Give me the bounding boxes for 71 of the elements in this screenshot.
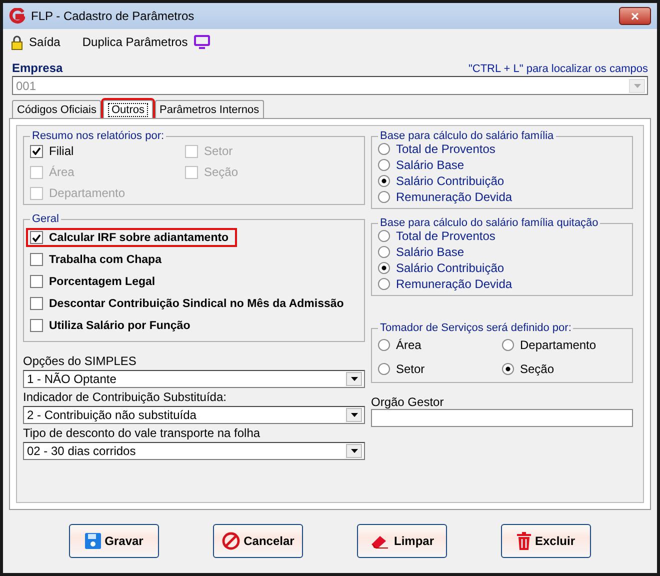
radio-label: Setor (396, 362, 425, 376)
field-label: Tipo de desconto do vale transporte na folha (23, 426, 262, 440)
radio-label: Total de Proventos (396, 142, 496, 156)
radio-button[interactable] (378, 246, 390, 258)
checkbox-option[interactable]: Trabalha com Chapa (26, 250, 170, 269)
dropdown[interactable]: 02 - 30 dias corridos (23, 442, 365, 460)
group-title: Base para cálculo do salário família quitação (379, 217, 600, 229)
checkbox-option[interactable]: Utiliza Salário por Função (26, 316, 198, 335)
radio-label: Salário Contribuição (396, 261, 504, 275)
group-title: Base para cálculo do salário família (379, 130, 555, 142)
field-label: Indicador de Contribuição Substituída: (23, 390, 228, 404)
checkbox[interactable] (30, 253, 43, 266)
input-field[interactable] (371, 409, 633, 427)
checkbox-option[interactable]: Calcular IRF sobre adiantamento (26, 228, 237, 247)
close-button[interactable]: × (619, 7, 651, 25)
dropdown[interactable]: 1 - NÃO Optante (23, 370, 365, 388)
check-icon (32, 147, 41, 155)
checkbox[interactable] (30, 144, 43, 158)
toolbar-button[interactable]: Saída (7, 34, 64, 50)
checkbox[interactable] (30, 231, 43, 244)
radio-label: Total de Proventos (396, 229, 496, 243)
trash-icon (516, 532, 531, 550)
action-button[interactable]: Gravar (69, 524, 159, 558)
logo-icon (9, 8, 25, 24)
group-title: Tomador de Serviços será definido por: (379, 322, 572, 334)
radio-button[interactable] (378, 191, 390, 203)
radio-label: Departamento (520, 338, 596, 352)
radio-button[interactable] (378, 339, 390, 351)
monitor-icon (194, 35, 210, 49)
radio-label: Seção (520, 362, 554, 376)
prohibited-icon (222, 532, 240, 550)
group-title: Geral (31, 213, 60, 225)
radio-label: Remuneração Devida (396, 277, 512, 291)
radio-button[interactable] (378, 230, 390, 242)
radio-label: Salário Base (396, 245, 464, 259)
checkbox[interactable] (30, 297, 43, 310)
company-dropdown[interactable]: 001 (12, 76, 648, 95)
action-button[interactable]: Excluir (501, 524, 591, 558)
radio-button[interactable] (378, 363, 390, 375)
field-label: Orgão Gestor (371, 395, 445, 409)
radio-label: Salário Base (396, 158, 464, 172)
eraser-icon (370, 533, 390, 549)
checkbox[interactable] (30, 275, 43, 288)
radio-button[interactable] (378, 278, 390, 290)
radio-label: Remuneração Devida (396, 190, 512, 204)
toolbar-button[interactable]: Duplica Parâmetros (78, 35, 214, 49)
padlock-icon (11, 34, 23, 50)
radio-label: Área (396, 338, 422, 352)
tab[interactable]: Códigos Oficiais (12, 100, 102, 118)
checkbox-option[interactable]: Filial (30, 144, 185, 158)
window-title: FLP - Cadastro de Parâmetros (31, 9, 194, 23)
radio-button[interactable] (378, 262, 390, 274)
radio-button[interactable] (378, 143, 390, 155)
dropdown[interactable]: 2 - Contribuição não substituída (23, 406, 365, 424)
radio-button[interactable] (502, 363, 514, 375)
tab[interactable]: Parâmetros Internos (154, 100, 264, 118)
field-label: Opções do SIMPLES (23, 354, 138, 368)
radio-button[interactable] (378, 175, 390, 187)
radio-label: Salário Contribuição (396, 174, 504, 188)
radio-button[interactable] (502, 339, 514, 351)
check-icon (32, 234, 41, 242)
hint-text: "CTRL + L" para localizar os campos (468, 63, 648, 75)
tab[interactable]: Outros (103, 100, 152, 118)
radio-button[interactable] (378, 159, 390, 171)
field-label: Empresa (12, 61, 63, 75)
group-title: Resumo nos relatórios por: (31, 130, 166, 142)
action-button[interactable]: Limpar (357, 524, 447, 558)
checkbox-option[interactable]: Descontar Contribuição Sindical no Mês da Admissão (26, 294, 352, 313)
checkbox-option[interactable]: Porcentagem Legal (26, 272, 164, 291)
action-button[interactable]: Cancelar (213, 524, 303, 558)
checkbox[interactable] (30, 319, 43, 332)
